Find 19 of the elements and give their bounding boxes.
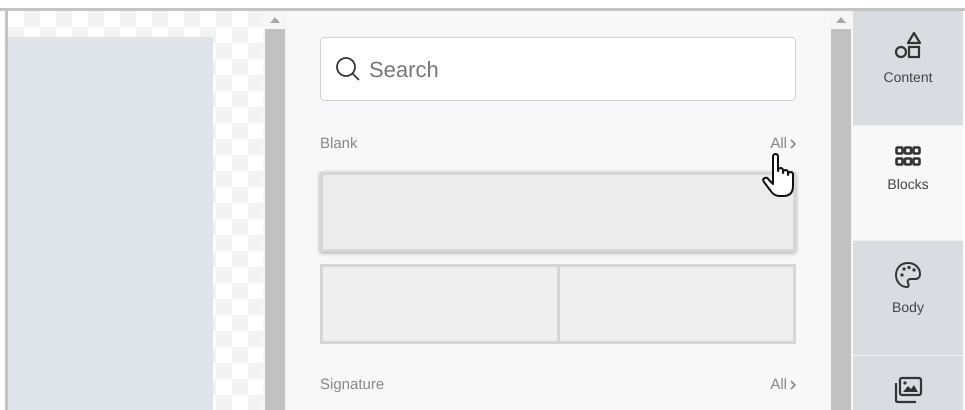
pointer-cursor-icon: [762, 153, 796, 199]
search-input: Search: [369, 52, 781, 86]
chevron-right-icon: [790, 139, 796, 150]
scrollbar[interactable]: [263, 11, 287, 410]
scroll-up-icon[interactable]: [270, 17, 280, 23]
scroll-up-icon[interactable]: [836, 17, 846, 23]
block-layout[interactable]: [320, 172, 796, 252]
section-title: Signature: [320, 374, 384, 394]
search-field[interactable]: Search: [320, 37, 796, 101]
section-title: Blank: [320, 134, 358, 154]
shapes-icon: [894, 31, 922, 59]
images-icon: [893, 376, 923, 404]
palette-icon: [894, 261, 922, 289]
scrollbar[interactable]: [829, 11, 853, 410]
grid-icon: [895, 146, 921, 166]
chevron-right-icon: [790, 380, 796, 390]
sidebar-tab[interactable]: Blocks: [853, 126, 963, 241]
block-layout[interactable]: [320, 264, 796, 344]
search-icon: [335, 56, 361, 82]
